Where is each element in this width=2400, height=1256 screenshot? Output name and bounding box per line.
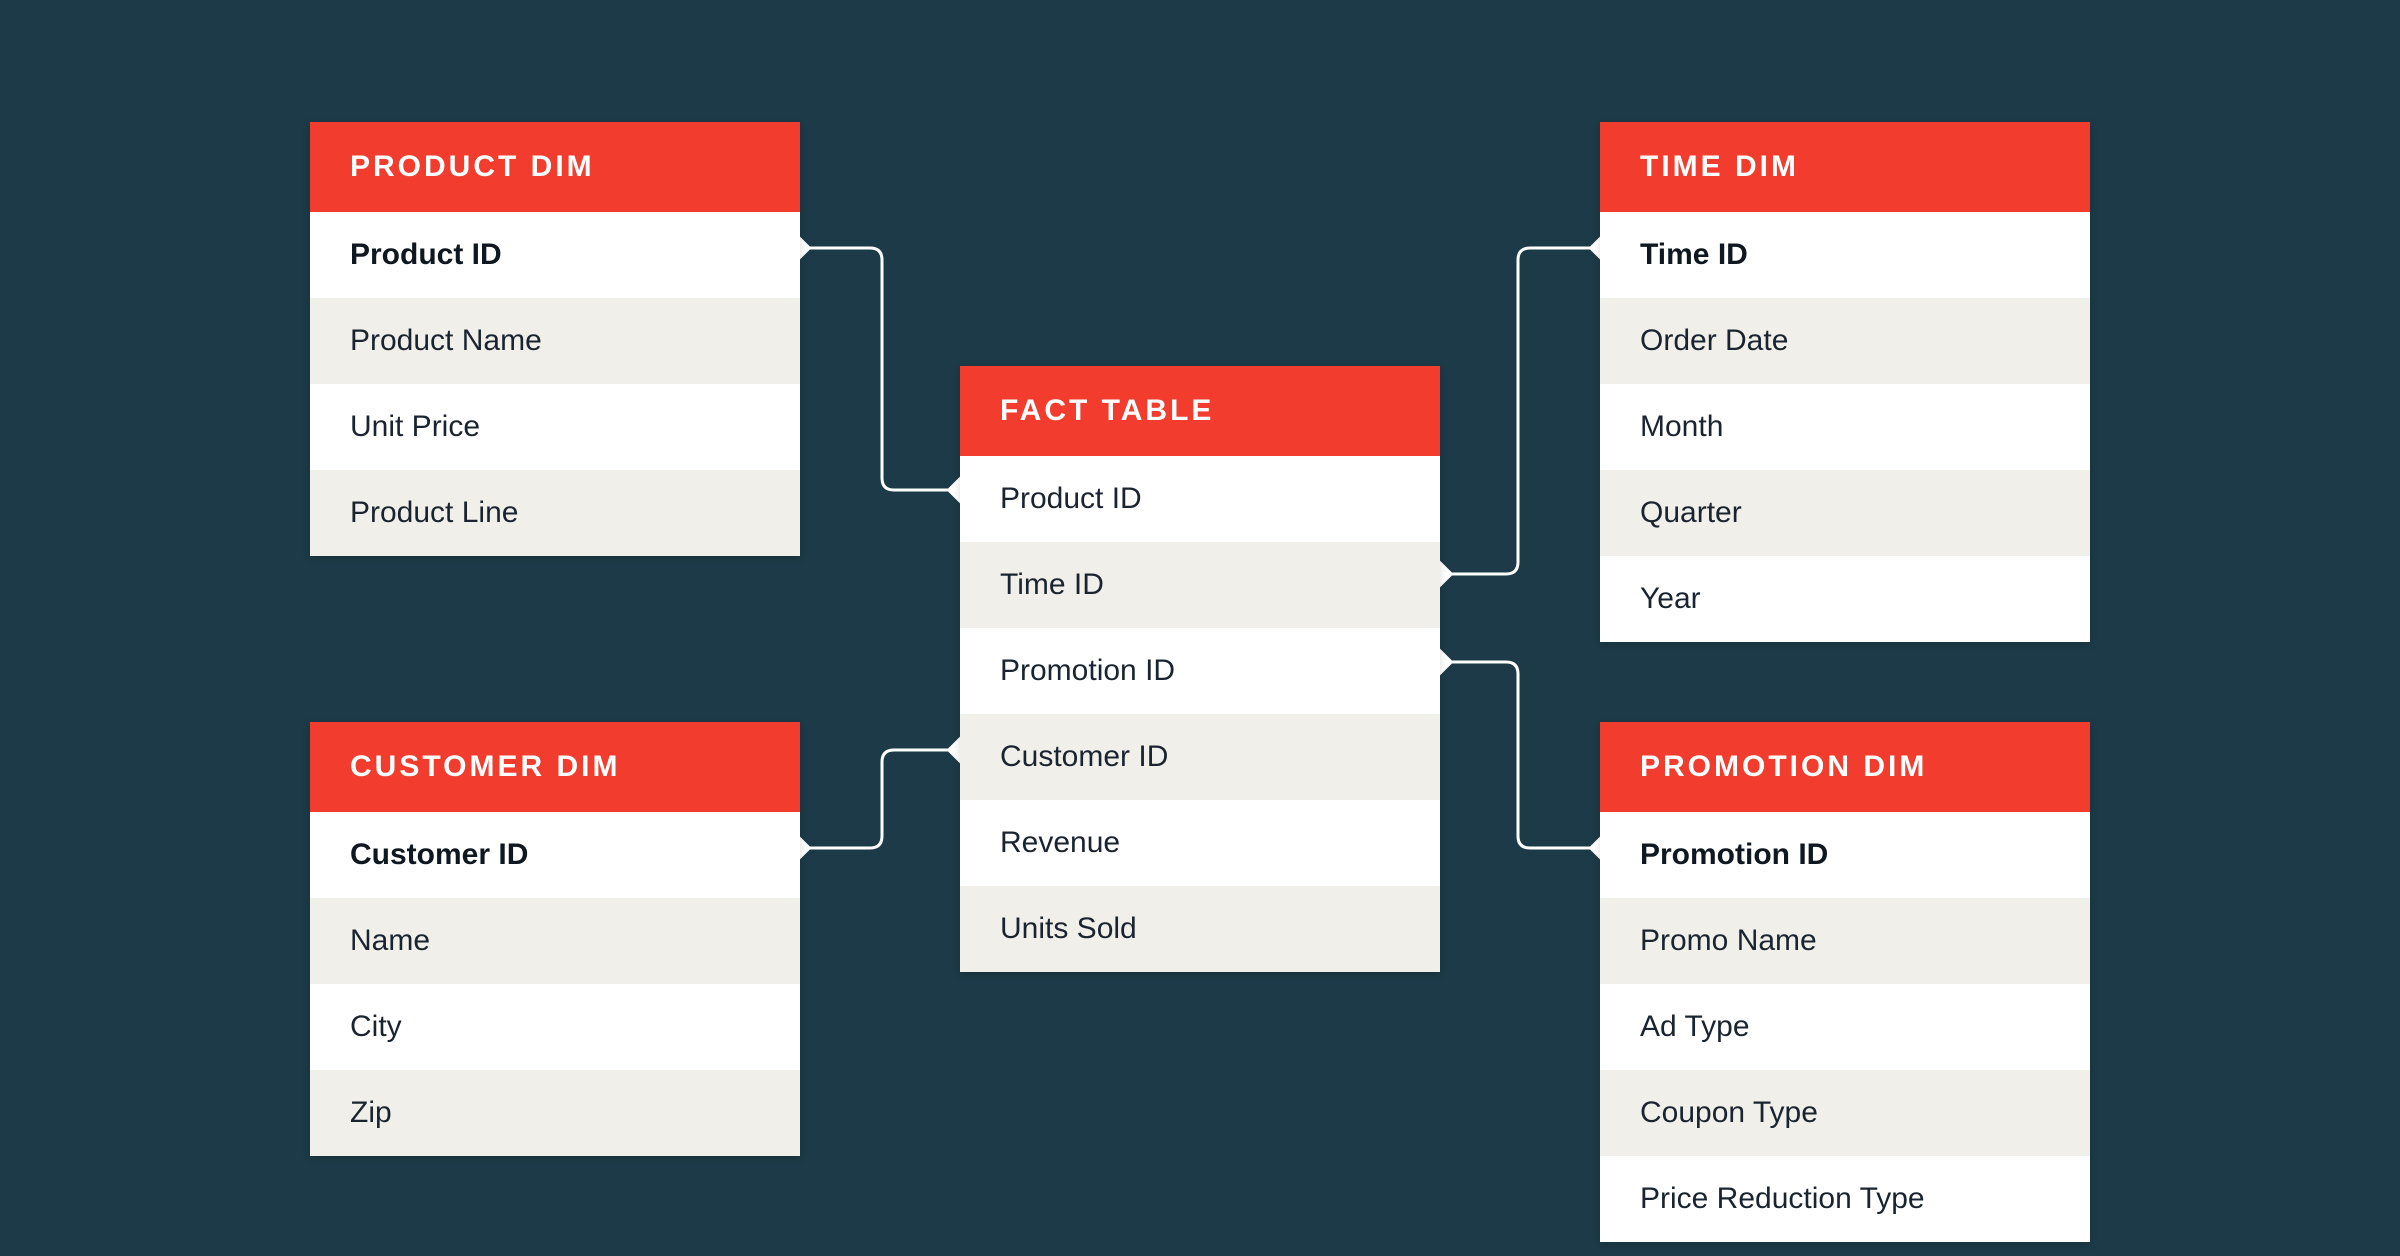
table-row: Coupon Type [1600, 1070, 2090, 1156]
table-row: Year [1600, 556, 2090, 642]
table-row: Promotion ID [1600, 812, 2090, 898]
table-row: Product Name [310, 298, 800, 384]
time-dim-table: TIME DIM Time ID Order Date Month Quarte… [1600, 122, 2090, 642]
fact-table-header: FACT TABLE [960, 366, 1440, 456]
table-row: Promotion ID [960, 628, 1440, 714]
table-row: Promo Name [1600, 898, 2090, 984]
table-row: Product Line [310, 470, 800, 556]
table-row: Unit Price [310, 384, 800, 470]
table-row: Product ID [960, 456, 1440, 542]
table-row: Month [1600, 384, 2090, 470]
table-row: Order Date [1600, 298, 2090, 384]
promotion-dim-header: PROMOTION DIM [1600, 722, 2090, 812]
table-row: Time ID [960, 542, 1440, 628]
time-dim-header: TIME DIM [1600, 122, 2090, 212]
table-row: Ad Type [1600, 984, 2090, 1070]
customer-dim-table: CUSTOMER DIM Customer ID Name City Zip [310, 722, 800, 1156]
product-dim-table: PRODUCT DIM Product ID Product Name Unit… [310, 122, 800, 556]
table-row: Customer ID [310, 812, 800, 898]
promotion-dim-table: PROMOTION DIM Promotion ID Promo Name Ad… [1600, 722, 2090, 1242]
table-row: Price Reduction Type [1600, 1156, 2090, 1242]
table-row: Units Sold [960, 886, 1440, 972]
table-row: Revenue [960, 800, 1440, 886]
table-row: Name [310, 898, 800, 984]
table-row: Product ID [310, 212, 800, 298]
table-row: Customer ID [960, 714, 1440, 800]
table-row: City [310, 984, 800, 1070]
customer-dim-header: CUSTOMER DIM [310, 722, 800, 812]
table-row: Zip [310, 1070, 800, 1156]
table-row: Time ID [1600, 212, 2090, 298]
fact-table: FACT TABLE Product ID Time ID Promotion … [960, 366, 1440, 972]
product-dim-header: PRODUCT DIM [310, 122, 800, 212]
table-row: Quarter [1600, 470, 2090, 556]
